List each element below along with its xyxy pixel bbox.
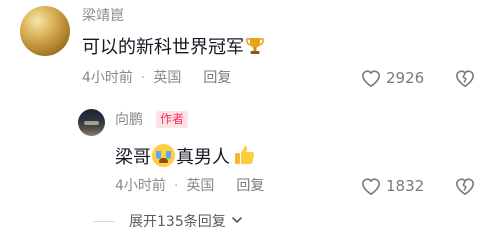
reply-like-button[interactable]: 1832 — [360, 176, 424, 196]
chevron-down-icon[interactable] — [230, 212, 244, 231]
reply-body-part1: 梁哥 — [115, 147, 151, 168]
reply-dislike-button[interactable] — [454, 176, 476, 200]
author-badge: 作者 — [156, 111, 189, 128]
broken-heart-outline-icon[interactable] — [454, 178, 476, 200]
reply-reply-button[interactable]: 回复 — [236, 178, 264, 194]
like-button[interactable]: 2926 — [360, 68, 424, 88]
meta-separator: · — [173, 178, 179, 194]
trophy-icon — [245, 36, 265, 62]
reply-body-part2: 真男人 — [176, 147, 230, 168]
heart-outline-icon[interactable] — [360, 176, 382, 196]
comment-username[interactable]: 梁靖崑 — [82, 8, 124, 24]
meta-separator: · — [140, 70, 146, 86]
expand-divider — [93, 221, 115, 222]
like-count: 2926 — [386, 69, 425, 87]
reply-username[interactable]: 向鹏 — [115, 112, 143, 128]
reply-button[interactable]: 回复 — [203, 70, 231, 86]
comment-text: 可以的新科世界冠军 — [82, 36, 265, 62]
expand-replies-button[interactable]: 展开135条回复 — [93, 212, 244, 231]
reply-time: 4小时前 — [115, 178, 166, 194]
heart-outline-icon[interactable] — [360, 68, 382, 88]
reply-text: 梁哥 真男人 — [115, 143, 256, 173]
avatar[interactable] — [20, 6, 70, 56]
comment-body: 可以的新科世界冠军 — [82, 37, 244, 58]
loudly-crying-face-icon — [152, 144, 175, 167]
expand-replies-label[interactable]: 展开135条回复 — [129, 213, 226, 231]
broken-heart-outline-icon[interactable] — [454, 70, 476, 92]
thumbs-up-icon — [232, 143, 256, 173]
comment-time: 4小时前 — [82, 70, 133, 86]
reply-location: 英国 — [186, 178, 215, 194]
reply-meta: 4小时前 · 英国 回复 — [115, 178, 264, 194]
comment-location: 英国 — [153, 70, 182, 86]
dislike-button[interactable] — [454, 68, 476, 92]
comment-meta: 4小时前 · 英国 回复 — [82, 70, 231, 86]
reply-like-count: 1832 — [386, 177, 425, 195]
reply-avatar[interactable] — [78, 109, 105, 136]
